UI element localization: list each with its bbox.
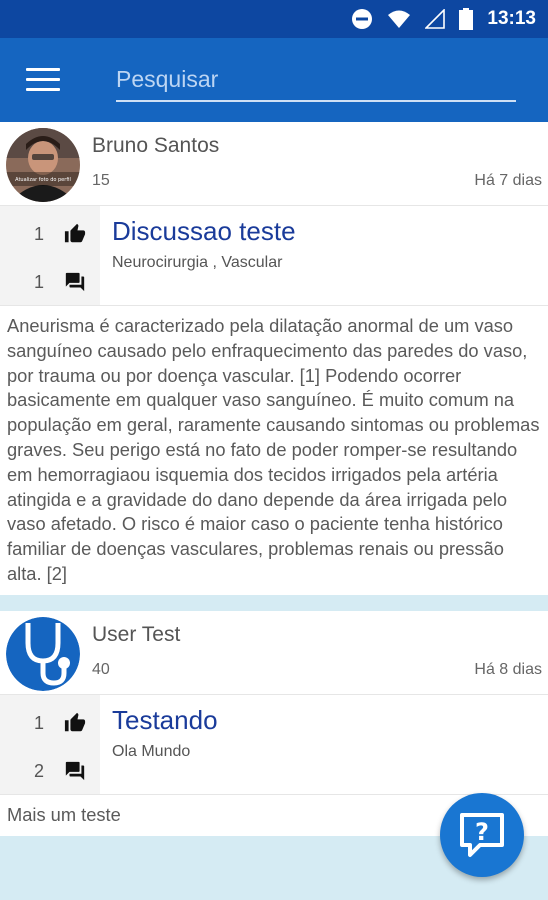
svg-text:?: ? [475, 818, 489, 846]
author-name[interactable]: Bruno Santos [92, 134, 219, 158]
topic-tags: Neurocirurgia , Vascular [112, 254, 283, 271]
app-bar [0, 38, 548, 122]
card-divider [0, 594, 548, 611]
topic-tags: Ola Mundo [112, 742, 191, 760]
like-counter[interactable]: 1 [0, 709, 100, 739]
topic-title[interactable]: Discussao teste [112, 216, 296, 247]
counters: 1 2 [0, 694, 100, 794]
search-input[interactable] [116, 58, 516, 102]
comment-count: 1 [33, 272, 44, 292]
like-count: 1 [33, 224, 44, 244]
feed: Atualizar foto do perfil Bruno Santos 15… [0, 122, 548, 852]
thumbs-up-icon[interactable] [64, 712, 86, 734]
profile-photo: Atualizar foto do perfil [6, 128, 80, 202]
author-row: Atualizar foto do perfil Bruno Santos 15… [0, 122, 548, 206]
avatar[interactable] [6, 616, 80, 691]
post-date: Há 7 dias [474, 172, 542, 189]
menu-icon[interactable] [26, 68, 60, 92]
like-count: 1 [33, 712, 44, 733]
comment-icon[interactable] [64, 760, 86, 782]
like-counter[interactable]: 1 [0, 220, 100, 250]
comment-count: 2 [33, 760, 44, 781]
do-not-disturb-icon [352, 9, 373, 29]
topic-row: 1 1 Discussao teste Neurocirurgia , Vasc… [0, 206, 548, 306]
author-score: 40 [92, 660, 110, 678]
topic-title[interactable]: Testando [112, 705, 218, 736]
help-fab-button[interactable]: ? [440, 793, 524, 877]
signal-icon [425, 9, 446, 29]
topic-row: 1 2 Testando Ola Mundo [0, 694, 548, 795]
avatar[interactable]: Atualizar foto do perfil [6, 128, 80, 202]
avatar-caption: Atualizar foto do perfil [15, 177, 71, 183]
post-body: Aneurisma é caracterizado pela dilatação… [7, 315, 540, 584]
clock: 13:13 [487, 8, 536, 29]
author-name[interactable]: User Test [92, 623, 180, 647]
author-score: 15 [92, 172, 110, 189]
post-date: Há 8 dias [474, 660, 542, 678]
comment-counter[interactable]: 2 [0, 757, 100, 787]
comment-counter[interactable]: 1 [0, 268, 100, 298]
comment-icon[interactable] [64, 271, 86, 293]
post-card: Atualizar foto do perfil Bruno Santos 15… [0, 122, 548, 595]
counters: 1 1 [0, 206, 100, 305]
battery-icon [459, 8, 474, 30]
status-bar: 13:13 [0, 0, 548, 38]
wifi-icon [388, 10, 411, 28]
author-row: User Test 40 Há 8 dias [0, 611, 548, 695]
help-chat-icon: ? [460, 813, 504, 857]
stethoscope-avatar-icon [6, 616, 80, 691]
thumbs-up-icon[interactable] [64, 223, 86, 245]
